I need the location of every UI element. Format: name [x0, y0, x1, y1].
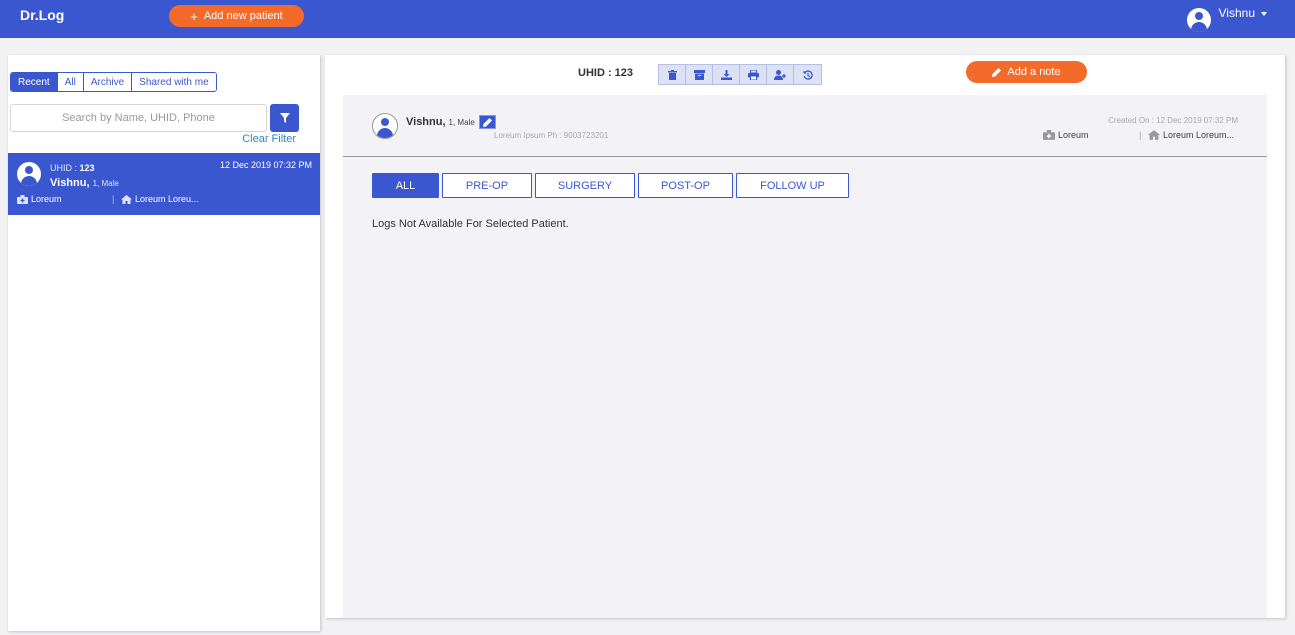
- patient-detail-panel: UHID : 123 Add a note Vishnu, 1, Male Lo…: [325, 55, 1285, 618]
- download-button[interactable]: [713, 65, 740, 84]
- home-icon: [1148, 130, 1160, 140]
- tab-all[interactable]: All: [57, 73, 84, 91]
- edit-patient-button[interactable]: [478, 115, 496, 129]
- home-icon: [121, 194, 132, 204]
- history-button[interactable]: [794, 65, 821, 84]
- pencil-icon: [482, 117, 492, 127]
- created-on: Created On : 12 Dec 2019 07:32 PM: [1108, 116, 1238, 125]
- plus-icon: +: [190, 8, 198, 24]
- add-note-button[interactable]: Add a note: [966, 61, 1087, 83]
- tab-archive[interactable]: Archive: [83, 73, 133, 91]
- tab-pre-op[interactable]: PRE-OP: [442, 173, 532, 198]
- share-user-icon: [774, 69, 786, 80]
- pencil-icon: [992, 67, 1002, 77]
- share-patient-button[interactable]: [767, 65, 794, 84]
- top-navbar: Dr.Log + Add new patient Vishnu: [0, 0, 1295, 38]
- delete-button[interactable]: [659, 65, 686, 84]
- archive-icon: [693, 69, 705, 80]
- patient-avatar-icon: [372, 113, 398, 139]
- caret-down-icon: [1261, 11, 1267, 16]
- tab-recent[interactable]: Recent: [11, 73, 58, 91]
- patient-address: Loreum Loreu...: [121, 194, 199, 204]
- patient-hospital: Loreum: [17, 194, 62, 204]
- page-title: UHID : 123: [578, 67, 634, 79]
- empty-state-message: Logs Not Available For Selected Patient.: [372, 218, 569, 230]
- trash-icon: [667, 69, 677, 80]
- tab-surgery[interactable]: SURGERY: [535, 173, 635, 198]
- search-input[interactable]: [10, 104, 267, 132]
- log-stage-tabs: ALL PRE-OP SURGERY POST-OP FOLLOW UP: [372, 173, 849, 198]
- patient-name-heading: Vishnu, 1, Male: [406, 115, 496, 129]
- hospital-icon: [1043, 130, 1055, 140]
- patient-info-bar: Vishnu, 1, Male Loreum Ipsum Ph : 9003723…: [343, 95, 1267, 157]
- patient-phone: Loreum Ipsum Ph : 9003723201: [494, 131, 609, 140]
- tab-post-op[interactable]: POST-OP: [638, 173, 733, 198]
- tab-shared-with-me[interactable]: Shared with me: [132, 73, 216, 91]
- download-icon: [720, 69, 732, 80]
- user-avatar-icon: [1186, 8, 1211, 32]
- add-new-patient-button[interactable]: + Add new patient: [169, 5, 304, 27]
- add-new-patient-label: Add new patient: [203, 10, 283, 22]
- patient-hospital: Loreum: [1043, 130, 1089, 140]
- history-icon: [803, 69, 813, 80]
- patient-list-panel: Recent All Archive Shared with me Clear …: [8, 55, 320, 631]
- patient-uhid: UHID : 123: [50, 163, 95, 173]
- patient-date: 12 Dec 2019 07:32 PM: [219, 160, 312, 170]
- separator: |: [1139, 130, 1142, 140]
- patient-name: Vishnu, 1, Male: [50, 177, 119, 189]
- print-icon: [747, 69, 759, 80]
- user-name: Vishnu: [1219, 6, 1267, 20]
- list-filter-tabs: Recent All Archive Shared with me: [10, 72, 217, 92]
- user-menu[interactable]: Vishnu: [1186, 6, 1267, 32]
- hospital-icon: [17, 194, 28, 204]
- print-button[interactable]: [740, 65, 767, 84]
- patient-list-item[interactable]: UHID : 123 12 Dec 2019 07:32 PM Vishnu, …: [8, 153, 320, 215]
- tab-all-logs[interactable]: ALL: [372, 173, 439, 198]
- filter-icon: [279, 113, 290, 123]
- archive-button[interactable]: [686, 65, 713, 84]
- separator: |: [112, 194, 115, 204]
- action-toolbar: [658, 64, 822, 85]
- brand-logo[interactable]: Dr.Log: [20, 7, 64, 23]
- tab-follow-up[interactable]: FOLLOW UP: [736, 173, 849, 198]
- patient-avatar-icon: [17, 162, 41, 186]
- patient-log-area: Vishnu, 1, Male Loreum Ipsum Ph : 9003723…: [343, 95, 1267, 618]
- clear-filter-link[interactable]: Clear Filter: [242, 133, 296, 145]
- patient-address: Loreum Loreum...: [1148, 130, 1234, 140]
- add-note-label: Add a note: [1007, 66, 1061, 78]
- filter-button[interactable]: [270, 104, 299, 132]
